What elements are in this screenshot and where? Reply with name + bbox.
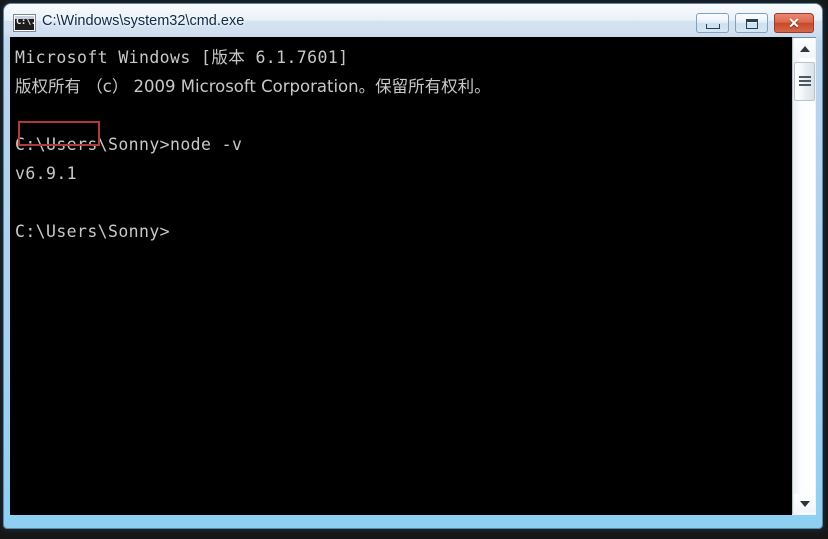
cmd-window: C:\Windows\system32\cmd.exe ✕ Microsoft … — [4, 4, 822, 528]
console-client-area: Microsoft Windows [版本 6.1.7601] 版权所有 （c）… — [10, 37, 816, 515]
scroll-down-button[interactable] — [794, 494, 815, 513]
close-icon: ✕ — [788, 15, 800, 31]
cmd-console-icon — [14, 15, 35, 31]
minimize-button[interactable] — [696, 13, 729, 33]
window-title: C:\Windows\system32\cmd.exe — [42, 13, 245, 29]
console-line-prompt: C:\Users\Sonny> — [15, 222, 171, 241]
scroll-up-button[interactable] — [794, 39, 815, 58]
console-line: Microsoft Windows [版本 6.1.7601] — [15, 48, 349, 67]
console-line-command: C:\Users\Sonny>node -v — [15, 135, 243, 154]
scrollbar-thumb[interactable] — [794, 62, 815, 101]
minimize-icon — [706, 24, 720, 29]
chevron-up-icon — [799, 45, 810, 52]
maximize-icon — [746, 19, 758, 29]
maximize-button[interactable] — [735, 13, 768, 33]
console-line-version: v6.9.1 — [15, 164, 78, 183]
close-button[interactable]: ✕ — [774, 13, 814, 33]
vertical-scrollbar[interactable] — [792, 38, 815, 514]
console-line: 版权所有 （c） 2009 Microsoft Corporation。保留所有… — [15, 77, 491, 96]
grip-icon — [799, 76, 811, 87]
title-bar[interactable]: C:\Windows\system32\cmd.exe ✕ — [4, 4, 822, 37]
console-output[interactable]: Microsoft Windows [版本 6.1.7601] 版权所有 （c）… — [10, 37, 792, 515]
desktop-background: C:\Windows\system32\cmd.exe ✕ Microsoft … — [0, 0, 828, 539]
chevron-down-icon — [799, 500, 810, 507]
